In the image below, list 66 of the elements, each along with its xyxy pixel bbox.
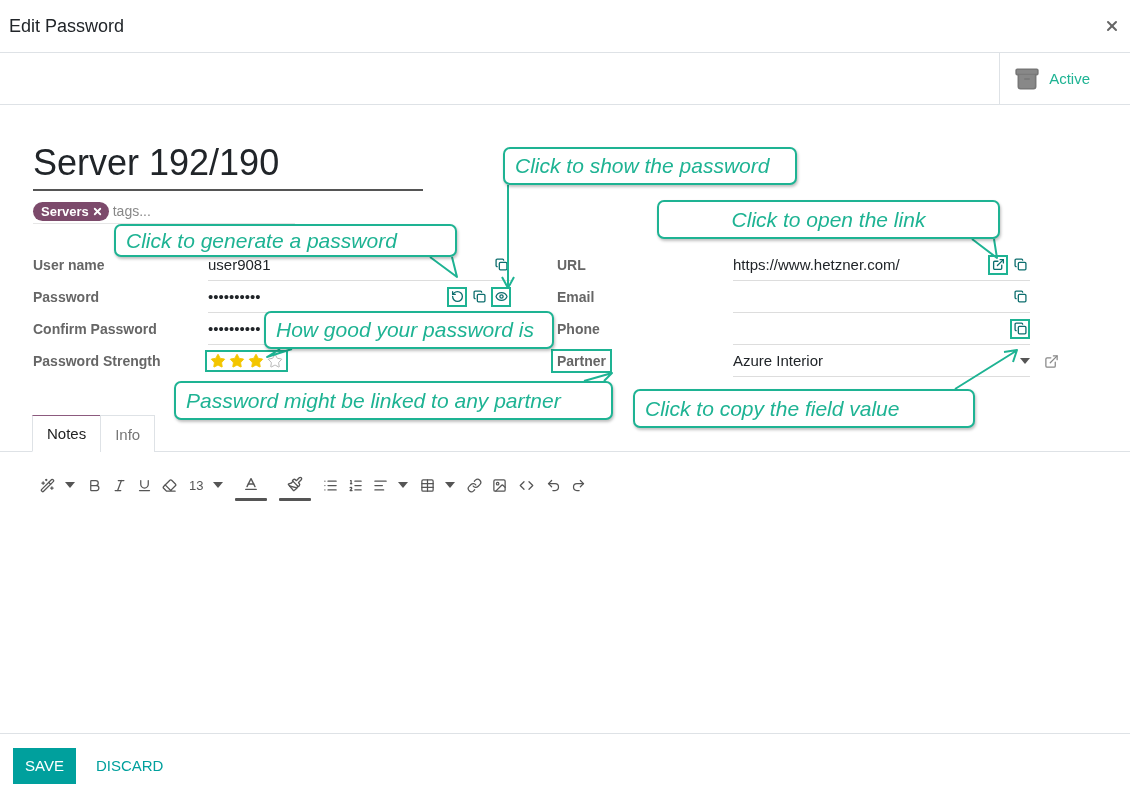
show-password-button[interactable] — [491, 286, 511, 307]
eraser-icon[interactable] — [162, 477, 177, 493]
numbered-list-icon[interactable] — [348, 477, 364, 493]
magic-wand-icon[interactable] — [40, 477, 55, 493]
undo-icon[interactable] — [546, 477, 562, 493]
callout-tooltip: Click to copy the field value — [633, 389, 975, 428]
callout-pointer — [429, 256, 458, 278]
bold-icon[interactable] — [87, 477, 102, 493]
font-size-dropdown[interactable]: 13 — [189, 477, 204, 493]
tab[interactable]: Notes — [32, 415, 102, 452]
callout-pointer — [954, 349, 1018, 390]
field-label: Password — [32, 288, 101, 307]
select-field[interactable]: Azure Interior — [733, 345, 1030, 377]
align-icon[interactable] — [373, 477, 389, 493]
field-label: Phone — [556, 320, 601, 339]
close-icon[interactable] — [1104, 18, 1120, 34]
callout-tooltip: Click to open the link — [657, 200, 1000, 239]
caret-icon — [1020, 357, 1030, 364]
field-label: User name — [32, 256, 106, 275]
callout-tooltip: How good your password is — [264, 311, 554, 349]
field-label: URL — [556, 256, 587, 275]
text-color-icon[interactable] — [243, 476, 260, 492]
copy-icon — [1013, 258, 1027, 271]
star-icon — [229, 353, 245, 369]
remove-icon[interactable] — [91, 205, 103, 217]
field-label: Password Strength — [32, 352, 162, 371]
tag[interactable]: Servers — [33, 201, 109, 221]
eye-icon — [494, 290, 508, 303]
tab[interactable]: Info — [100, 415, 156, 452]
refresh-icon — [450, 290, 464, 303]
link-icon[interactable] — [467, 477, 483, 493]
callout-tooltip: Password might be linked to any partner — [174, 381, 613, 420]
star-icon — [248, 353, 264, 369]
copy-icon — [472, 290, 486, 303]
caret-icon — [213, 482, 224, 488]
star-rating[interactable] — [205, 350, 288, 372]
archive-icon — [1014, 65, 1041, 92]
field-label: Email — [556, 288, 596, 307]
bullet-list-icon[interactable] — [323, 477, 339, 493]
callout-tooltip: Click to show the password — [503, 147, 797, 185]
star-icon — [210, 353, 226, 369]
record-name[interactable]: Server 192/190 — [33, 141, 423, 185]
star-icon — [267, 353, 283, 369]
underline-icon[interactable] — [137, 477, 152, 493]
callout-pointer — [971, 238, 998, 259]
copy-icon — [1013, 322, 1027, 335]
input-field[interactable]: https://www.hetzner.com/ — [733, 249, 1030, 281]
external-link-icon[interactable] — [1044, 353, 1059, 369]
caret-icon — [398, 482, 409, 488]
generate-button[interactable] — [447, 286, 467, 307]
open-link-button[interactable] — [988, 254, 1008, 275]
caret-icon — [65, 482, 75, 488]
redo-icon[interactable] — [571, 477, 587, 493]
caret-icon — [445, 482, 456, 488]
field-label: Confirm Password — [32, 320, 158, 339]
paintbrush-icon[interactable] — [287, 476, 304, 492]
dialog-title: Edit Password — [9, 15, 125, 37]
italic-icon[interactable] — [112, 477, 127, 493]
field-label: Partner — [551, 349, 613, 373]
image-icon[interactable] — [492, 477, 508, 493]
copy-icon — [1013, 290, 1027, 303]
external-link-icon — [991, 258, 1005, 271]
copy-icon — [494, 258, 508, 271]
table-icon[interactable] — [420, 477, 436, 493]
copy-button[interactable] — [1010, 318, 1030, 339]
callout-tooltip: Click to generate a password — [114, 224, 457, 257]
